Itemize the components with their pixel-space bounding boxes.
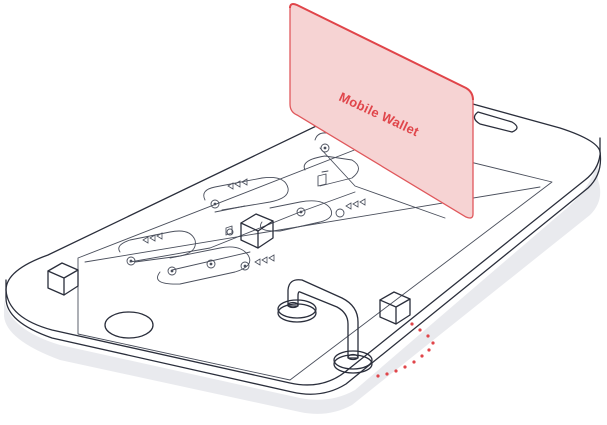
cube-icon bbox=[47, 262, 79, 296]
node-icon bbox=[210, 199, 220, 209]
triangle-marker-icon bbox=[142, 232, 163, 244]
circuit-track-2 bbox=[157, 246, 251, 285]
cube-icon bbox=[379, 291, 411, 325]
node-icon bbox=[335, 208, 345, 218]
node-icon bbox=[320, 143, 330, 153]
node-icon bbox=[167, 266, 177, 276]
node-icon bbox=[296, 207, 306, 217]
pipe-icon bbox=[277, 279, 373, 374]
phone-top-face bbox=[5, 93, 601, 386]
circuit-track-3 bbox=[203, 177, 289, 211]
node-icon bbox=[240, 261, 250, 271]
triangle-marker-icon bbox=[227, 178, 248, 190]
document-icon bbox=[317, 170, 329, 187]
phone-icon bbox=[5, 93, 602, 395]
card-icon: Mobile Wallet bbox=[289, 3, 474, 219]
mobile-wallet-illustration: Mobile Wallet bbox=[4, 3, 602, 414]
triangle-marker-icon bbox=[254, 254, 275, 266]
triangle-marker-icon bbox=[345, 198, 366, 210]
circuit-track-4 bbox=[260, 200, 333, 232]
circuit-link-3 bbox=[214, 205, 246, 213]
home-button bbox=[104, 311, 154, 339]
phone-shadow bbox=[4, 162, 601, 414]
